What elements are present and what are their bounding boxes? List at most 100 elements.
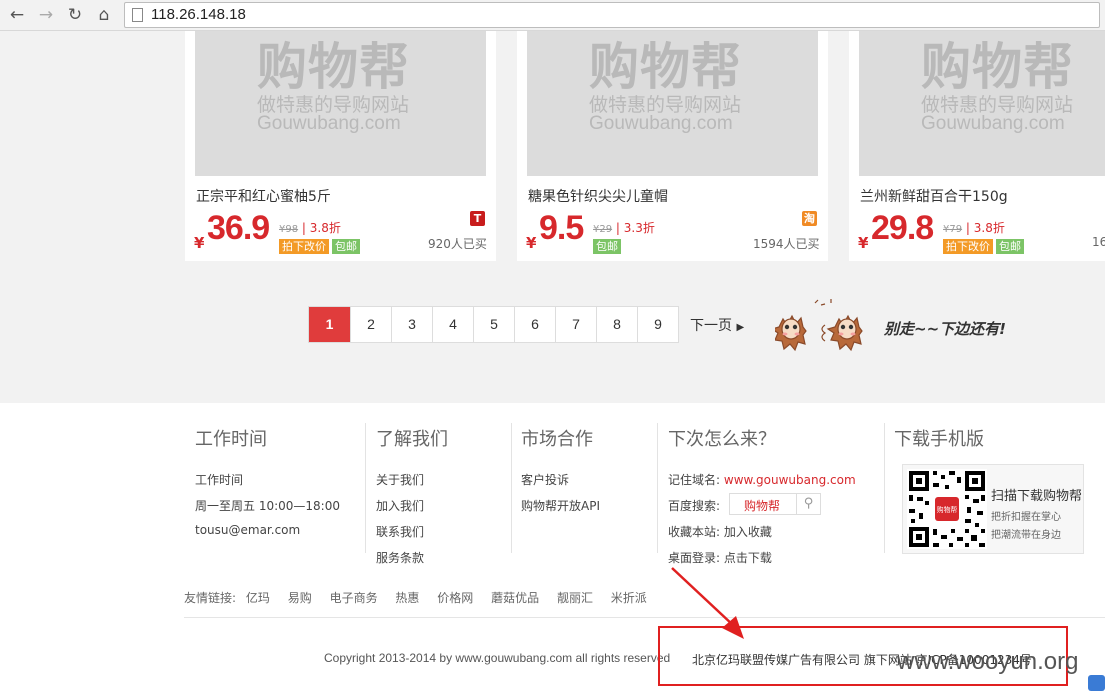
page-4[interactable]: 4 (432, 307, 473, 342)
price-info: ¥79 | 3.8折 (943, 221, 1005, 235)
tag-price-change: 拍下改价 (279, 239, 329, 254)
product-tags: 包邮 (593, 235, 624, 254)
original-price: ¥29 (593, 224, 613, 235)
friend-link[interactable]: 亿玛 (246, 591, 270, 605)
friend-link[interactable]: 米折派 (611, 591, 647, 605)
desktop-download-link[interactable]: 点击下载 (724, 551, 772, 565)
page-2[interactable]: 2 (350, 307, 391, 342)
page-1[interactable]: 1 (309, 307, 350, 342)
product-image[interactable]: 购物帮 做特惠的导购网站 Gouwubang.com (859, 31, 1105, 176)
qr-title: 扫描下载购物帮 (991, 489, 1083, 504)
mascot-icon (775, 299, 863, 352)
page-9[interactable]: 9 (637, 307, 678, 342)
add-favorite-link[interactable]: 加入收藏 (724, 525, 772, 539)
friend-link[interactable]: 电子商务 (330, 591, 378, 605)
domain-link[interactable]: www.gouwubang.com (724, 473, 856, 487)
product-tags: 拍下改价 包邮 (279, 235, 363, 254)
page-8[interactable]: 8 (596, 307, 637, 342)
watermark-domain: Gouwubang.com (589, 113, 733, 134)
product-title[interactable]: 兰州新鲜甜百合干150g (860, 186, 1008, 206)
contact-us-link[interactable]: 联系我们 (376, 523, 424, 540)
currency-symbol: ¥ (526, 234, 537, 252)
next-page-link[interactable]: 下一页 ▶ (690, 315, 744, 335)
url-text[interactable]: 118.26.148.18 (151, 6, 246, 23)
browser-toolbar: ← → ↻ ⌂ 118.26.148.18 (0, 0, 1105, 31)
product-price: 9.5 (539, 209, 584, 247)
divider (884, 423, 885, 553)
about-us-link[interactable]: 关于我们 (376, 471, 424, 488)
product-list-area: 购物帮 做特惠的导购网站 Gouwubang.com 正宗平和红心蜜柚5斤 ¥ … (0, 31, 1105, 403)
product-price: 29.8 (871, 209, 934, 247)
next-page-label: 下一页 (690, 318, 732, 334)
watermark-title: 购物帮 (589, 38, 742, 96)
pagination: 1 2 3 4 5 6 7 8 9 (308, 306, 679, 343)
currency-symbol: ¥ (858, 234, 869, 252)
back-icon[interactable]: ← (6, 4, 28, 26)
product-title[interactable]: 正宗平和红心蜜柚5斤 (196, 186, 331, 206)
domain-row: 记住域名: www.gouwubang.com (668, 471, 856, 488)
product-card[interactable]: 购物帮 做特惠的导购网站 Gouwubang.com 兰州新鲜甜百合干150g … (849, 31, 1105, 261)
product-card[interactable]: 购物帮 做特惠的导购网站 Gouwubang.com 正宗平和红心蜜柚5斤 ¥ … (185, 31, 496, 261)
desktop-row: 桌面登录: 点击下载 (668, 549, 772, 566)
currency-symbol: ¥ (194, 234, 205, 252)
friend-link[interactable]: 蘑菇优品 (491, 591, 539, 605)
friend-link[interactable]: 易购 (288, 591, 312, 605)
baidu-search-input[interactable]: 购物帮 ⚲ (729, 493, 821, 515)
search-label: 百度搜索: (668, 499, 721, 513)
terms-link[interactable]: 服务条款 (376, 549, 424, 566)
domain-label: 记住域名: (668, 473, 721, 487)
page-5[interactable]: 5 (473, 307, 514, 342)
discount: 3.3折 (623, 221, 655, 235)
product-title[interactable]: 糖果色针织尖尖儿童帽 (528, 186, 668, 206)
search-value: 购物帮 (744, 499, 781, 513)
favorite-row: 收藏本站: 加入收藏 (668, 523, 772, 540)
discount: 3.8折 (309, 221, 341, 235)
contact-email[interactable]: tousu@emar.com (195, 523, 300, 537)
mascot-caption: 别走~~下边还有! (884, 320, 1006, 338)
divider (365, 423, 366, 553)
sold-count: 16 (1092, 235, 1105, 249)
page-3[interactable]: 3 (391, 307, 432, 342)
corner-icon (1088, 675, 1105, 691)
footer-heading: 下次怎么来？ (668, 429, 776, 450)
friend-link[interactable]: 热惠 (395, 591, 419, 605)
watermark-domain: Gouwubang.com (257, 113, 401, 134)
work-hours: 周一至周五 10:00—18:00 (195, 499, 340, 513)
product-tags: 拍下改价 包邮 (943, 235, 1027, 254)
footer-heading: 工作时间 (195, 429, 267, 450)
sold-count: 1594人已买 (753, 237, 820, 251)
home-icon[interactable]: ⌂ (93, 4, 115, 26)
discount: 3.8折 (973, 221, 1005, 235)
reload-icon[interactable]: ↻ (64, 4, 86, 26)
forward-icon[interactable]: → (35, 4, 57, 26)
join-us-link[interactable]: 加入我们 (376, 497, 424, 514)
product-image[interactable]: 购物帮 做特惠的导购网站 Gouwubang.com (527, 31, 818, 176)
wooyun-watermark: www.wooyun.org (897, 648, 1079, 675)
tag-price-change: 拍下改价 (943, 239, 993, 254)
watermark-title: 购物帮 (921, 38, 1074, 96)
tag-free-shipping: 包邮 (593, 239, 621, 254)
friend-link[interactable]: 靓丽汇 (557, 591, 593, 605)
page-6[interactable]: 6 (514, 307, 555, 342)
footer: 工作时间 工作时间 周一至周五 10:00—18:00 tousu@emar.c… (0, 403, 1105, 691)
friend-link[interactable]: 价格网 (437, 591, 473, 605)
page-7[interactable]: 7 (555, 307, 596, 342)
friend-links: 友情链接: 亿玛 易购 电子商务 热惠 价格网 蘑菇优品 靓丽汇 米折派 (184, 589, 661, 606)
copyright-text: Copyright 2013-2014 by www.gouwubang.com… (324, 651, 671, 665)
tag-free-shipping: 包邮 (996, 239, 1024, 254)
open-api-link[interactable]: 购物帮开放API (521, 497, 600, 514)
watermark-title: 购物帮 (257, 38, 410, 96)
address-bar[interactable]: 118.26.148.18 (124, 2, 1100, 28)
tmall-icon: T (470, 211, 485, 226)
tag-free-shipping: 包邮 (332, 239, 360, 254)
product-card[interactable]: 购物帮 做特惠的导购网站 Gouwubang.com 糖果色针织尖尖儿童帽 ¥ … (517, 31, 828, 261)
product-image[interactable]: 购物帮 做特惠的导购网站 Gouwubang.com (195, 31, 486, 176)
footer-heading: 下载手机版 (894, 429, 984, 450)
footer-heading: 了解我们 (376, 429, 448, 450)
price-info: ¥98 | 3.8折 (279, 221, 341, 235)
friend-links-label: 友情链接: (184, 591, 237, 605)
search-icon[interactable]: ⚲ (796, 494, 820, 514)
qr-download-box[interactable]: 购物帮 扫描下载购物帮 把折扣握在掌心 把潮流带在身边 (902, 464, 1084, 554)
complaint-link[interactable]: 客户投诉 (521, 471, 569, 488)
divider (657, 423, 658, 553)
